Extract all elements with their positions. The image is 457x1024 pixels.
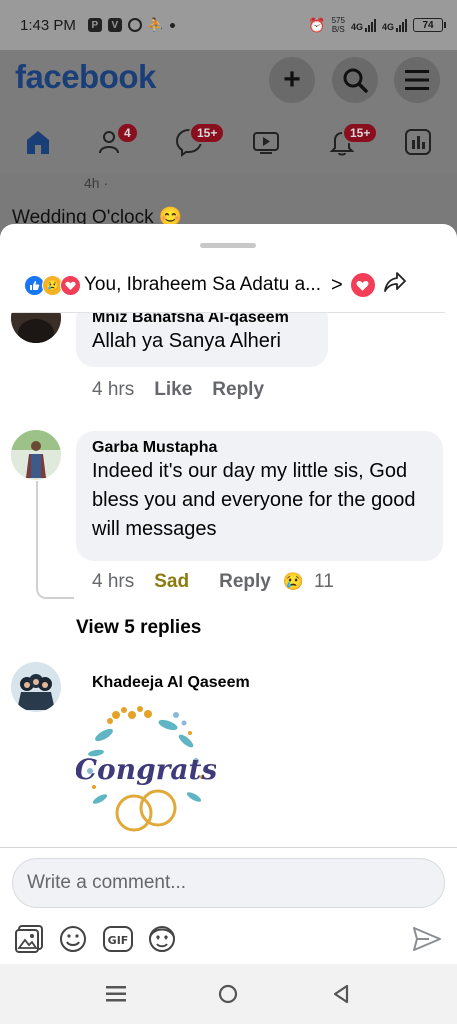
person-add-icon: ⛹	[147, 17, 165, 32]
signal-bars-icon	[396, 18, 407, 32]
heart-icon	[356, 280, 369, 291]
nav-home[interactable]	[22, 126, 54, 158]
facebook-logo[interactable]: facebook	[15, 58, 156, 96]
comment-meta: 4 hrs Sad Reply 😢 11	[92, 571, 334, 593]
drag-handle[interactable]	[200, 243, 256, 248]
reactions-bar[interactable]: 😢 You, Ibraheem Sa Adatu a... >	[24, 270, 443, 300]
comments-list: Mniz Banafsha Al-qaseem Allah ya Sanya A…	[0, 313, 457, 848]
comment-text: Indeed it's our day my little sis, God b…	[92, 460, 416, 540]
congrats-text: Congrats	[76, 753, 216, 786]
reactors-names: You, Ibraheem Sa Adatu a...	[84, 274, 321, 295]
alarm-icon: ⏰	[308, 16, 326, 33]
dot-icon	[170, 22, 176, 28]
comment-bubble[interactable]: Garba Mustapha Indeed it's our day my li…	[76, 431, 443, 561]
v-app-icon: V	[107, 18, 122, 32]
nav-dashboard[interactable]	[402, 126, 434, 158]
view-replies-link[interactable]: View 5 replies	[76, 617, 201, 639]
signal-2: 4G	[382, 18, 407, 32]
notifications-badge: 15+	[342, 122, 379, 144]
status-time: 1:43 PM	[20, 16, 76, 34]
emoji-button[interactable]	[56, 922, 90, 956]
main-nav: 4 15+ 15+	[0, 118, 457, 170]
hamburger-icon	[405, 70, 429, 90]
sad-reaction-button[interactable]: Sad	[154, 571, 189, 593]
messenger-badge: 15+	[189, 122, 226, 144]
comment-input[interactable]	[12, 858, 445, 908]
speed-value: 575	[331, 16, 345, 25]
comment-meta: 4 hrs Like Reply	[92, 379, 264, 401]
avatar[interactable]	[11, 430, 61, 480]
reply-button[interactable]: Reply	[219, 571, 271, 593]
photo-button[interactable]	[12, 922, 46, 956]
status-bar: 1:43 PM P V ⛹ ⏰ 575 B/S 4G 4G 74	[0, 0, 457, 50]
reply-button[interactable]: Reply	[212, 379, 264, 401]
nav-friends[interactable]: 4	[96, 122, 139, 158]
status-left-icons: P V ⛹	[87, 17, 176, 33]
congrats-sticker[interactable]: Congrats	[75, 701, 217, 841]
avatar-sticker-button[interactable]	[145, 922, 179, 956]
dashboard-icon	[405, 129, 431, 155]
network-speed: 575 B/S	[332, 16, 345, 34]
nav-messenger[interactable]: 15+	[173, 122, 226, 158]
send-button[interactable]	[410, 922, 444, 956]
home-icon	[27, 131, 49, 154]
svg-text:GIF: GIF	[108, 934, 129, 947]
signal-1: 4G	[351, 18, 376, 32]
comment-time: 4 hrs	[92, 571, 135, 592]
reaction-count[interactable]: 11	[314, 571, 334, 593]
whatsapp-icon	[127, 18, 142, 32]
avatar-sticker-icon	[149, 926, 175, 952]
like-button[interactable]: Like	[154, 379, 192, 401]
status-right-icons: ⏰ 575 B/S 4G 4G 74	[308, 16, 446, 34]
circle-home-icon	[219, 984, 238, 1004]
post-time: 4h ·	[84, 175, 109, 191]
comments-sheet: 😢 You, Ibraheem Sa Adatu a... > Mniz Ban…	[0, 224, 457, 964]
share-icon	[383, 272, 406, 292]
react-button[interactable]	[350, 273, 375, 297]
network-type-2: 4G	[381, 22, 394, 32]
video-icon	[253, 132, 279, 154]
p-app-icon: P	[87, 18, 102, 32]
search-icon	[343, 68, 368, 93]
gif-button[interactable]: GIF	[101, 922, 135, 956]
menu-lines-icon	[106, 986, 127, 1002]
system-nav-bar	[0, 964, 457, 1024]
comment-bubble[interactable]: Mniz Banafsha Al-qaseem Allah ya Sanya A…	[76, 313, 328, 367]
send-icon	[413, 927, 441, 951]
home-button[interactable]	[213, 979, 243, 1009]
share-button[interactable]	[383, 270, 407, 300]
signal-bars-icon	[364, 18, 376, 32]
nav-watch[interactable]	[250, 126, 282, 158]
nav-notifications[interactable]: 15+	[326, 122, 379, 158]
comment-time: 4 hrs	[92, 379, 135, 400]
congrats-sticker-art: Congrats	[75, 706, 217, 832]
plus-icon: +	[283, 63, 301, 96]
composer-divider	[0, 847, 457, 848]
create-button[interactable]: +	[269, 57, 315, 103]
comment-author[interactable]: Garba Mustapha	[92, 439, 427, 457]
avatar[interactable]	[11, 662, 61, 712]
sad-emoji-icon: 😢	[282, 572, 305, 591]
battery-icon: 74	[413, 18, 446, 32]
emoji-icon	[60, 926, 86, 952]
network-type-1: 4G	[350, 22, 363, 32]
comment-text: Allah ya Sanya Alheri	[92, 330, 282, 352]
menu-button[interactable]	[394, 57, 440, 103]
comment-author[interactable]: Mniz Banafsha Al-qaseem	[92, 313, 312, 327]
back-triangle-icon	[333, 984, 348, 1004]
comment-author[interactable]: Khadeeja Al Qaseem	[92, 674, 250, 692]
friends-badge: 4	[116, 122, 139, 144]
speed-unit: B/S	[331, 25, 345, 34]
photo-icon	[15, 925, 43, 953]
love-reaction-icon	[60, 274, 81, 296]
facebook-header: facebook + 4 15+ 15+	[0, 50, 457, 177]
thread-connector	[36, 481, 74, 599]
recents-button[interactable]	[101, 979, 131, 1009]
avatar[interactable]	[11, 313, 61, 343]
chevron-right-icon: >	[330, 273, 343, 296]
gif-icon: GIF	[103, 926, 133, 952]
back-button[interactable]	[326, 979, 356, 1009]
search-button[interactable]	[332, 57, 378, 103]
